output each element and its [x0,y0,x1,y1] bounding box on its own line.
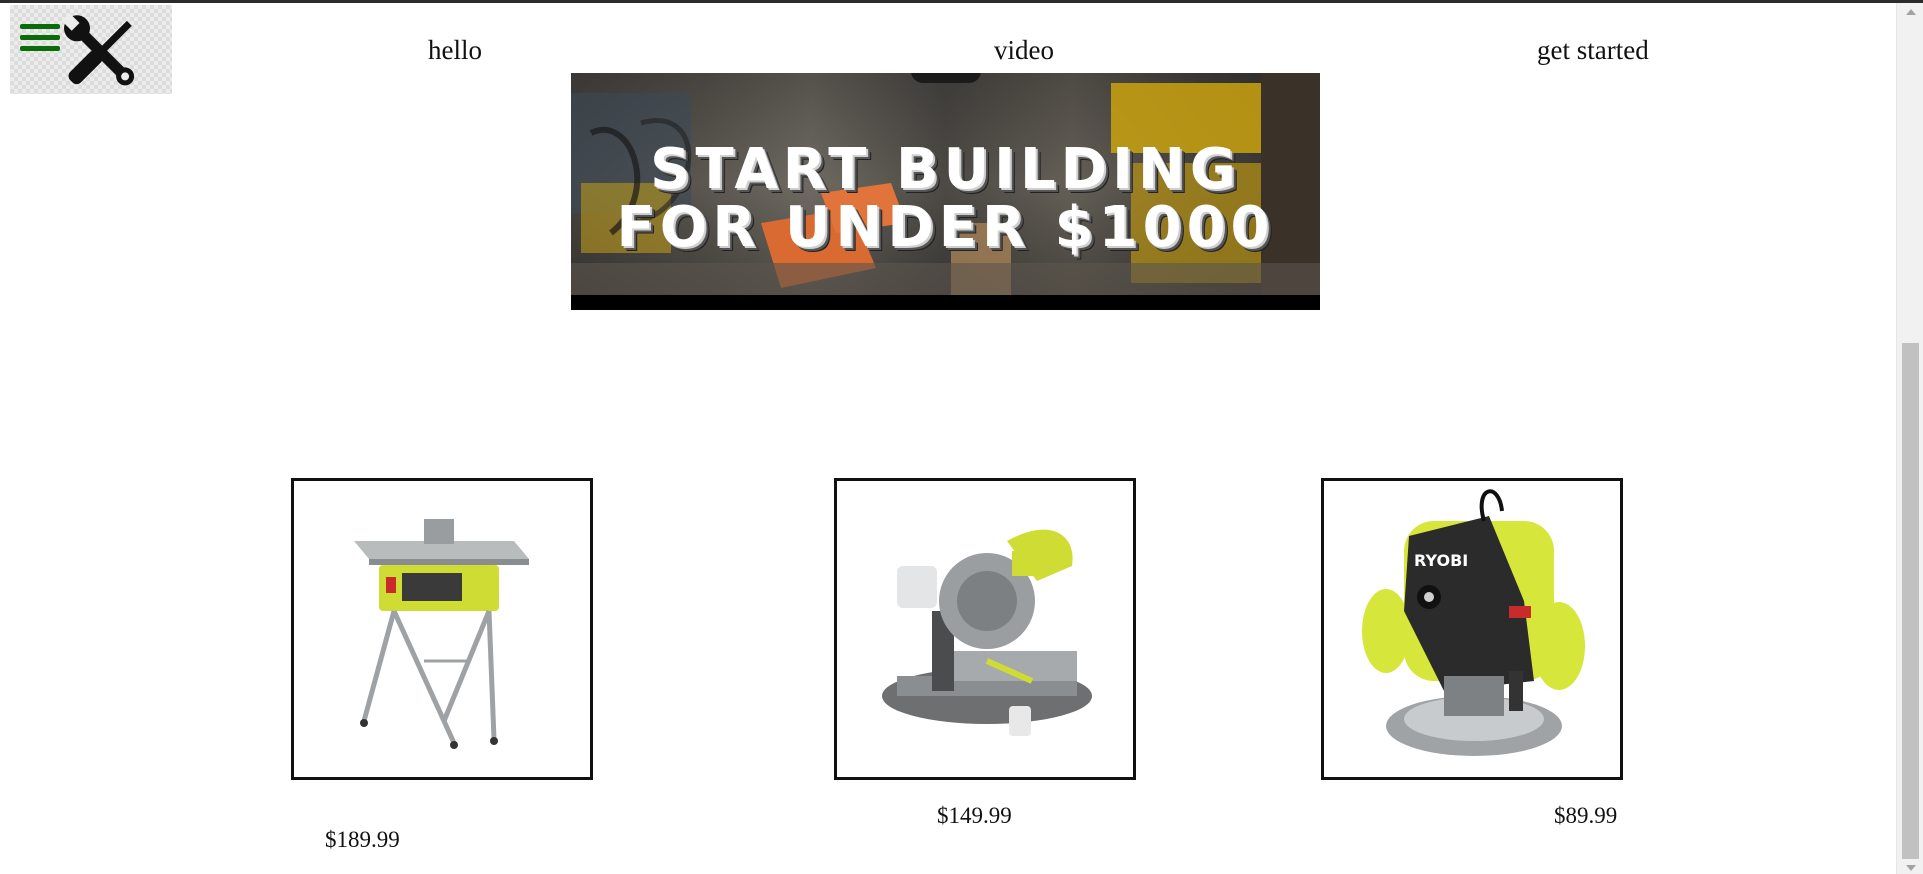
nav-link-hello[interactable]: hello [428,35,482,66]
product-price: $89.99 [1554,803,1618,828]
product-price: $149.99 [937,803,1012,828]
ryobi-brand-logo: RYOBI [1414,551,1468,570]
top-navbar: hello video get started [0,3,1896,95]
tools-icon [61,13,135,86]
menu-icon[interactable] [20,21,60,55]
nav-link-get-started[interactable]: get started [1537,35,1649,66]
video-thumbnail: START BUILDING FOR UNDER $1000 [571,73,1320,295]
site-logo[interactable] [10,5,172,94]
table-saw-image [354,519,529,749]
banner-headline-line1: START BUILDING [650,137,1241,202]
product-card-miter-saw[interactable] [834,478,1136,780]
video-player[interactable]: START BUILDING FOR UNDER $1000 [571,73,1320,310]
vertical-scrollbar[interactable] [1896,3,1923,874]
banner-headline-line2: FOR UNDER $1000 [616,195,1275,260]
nav-link-video[interactable]: video [994,35,1054,66]
scroll-down-icon[interactable] [1906,865,1916,871]
product-card-table-saw[interactable] [291,478,593,780]
scroll-up-icon[interactable] [1906,9,1916,15]
miter-saw-image [882,529,1092,736]
page: hello video get started START BUILDING F… [0,0,1923,874]
router-image: RYOBI [1362,489,1585,756]
product-card-router[interactable]: RYOBI [1321,478,1623,780]
product-price: $189.99 [325,827,400,852]
scrollbar-thumb[interactable] [1902,343,1919,859]
